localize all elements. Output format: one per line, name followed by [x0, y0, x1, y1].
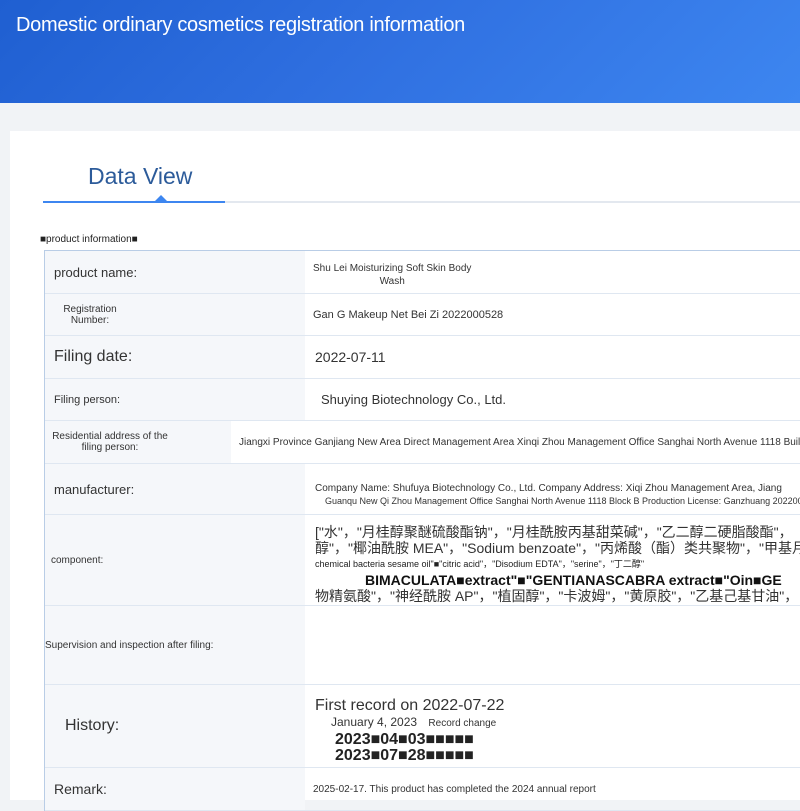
label-filing-person: Filing person: [45, 379, 305, 420]
value-filing-person: Shuying Biotechnology Co., Ltd. [321, 392, 507, 407]
component-line5: 物精氨酸"，"神经酰胺 AP"，"植固醇"，"卡波姆"，"黄原胶"，"乙基己基甘… [315, 588, 799, 604]
product-name-line2: Wash [379, 276, 405, 287]
value-manufacturer: Company Name: Shufuya Biotechnology Co.,… [305, 464, 800, 514]
history-change1: 2023■04■03■■■■■ [335, 731, 474, 748]
section-title: ■product information■ [40, 234, 138, 245]
value-supervision [305, 606, 800, 684]
value-history: First record on 2022-07-22 January 4, 20… [305, 685, 800, 767]
tab-active-underline [43, 201, 225, 203]
table-row-component: component: ["水"，"月桂醇聚醚硫酸酯钠"，"月桂酰胺丙基甜菜碱"，… [45, 515, 800, 606]
tab-caret-icon [155, 195, 167, 201]
history-change2: 2023■07■28■■■■■ [335, 747, 474, 764]
component-line2: 醇"，"椰油酰胺 MEA"，"Sodium benzoate"，"丙烯酸（酯）类… [315, 540, 800, 556]
table-row-manufacturer: manufacturer: Company Name: Shufuya Biot… [45, 464, 800, 515]
table-row-supervision: Supervision and inspection after filing: [45, 606, 800, 685]
label-registration-number: Registration Number: [45, 294, 135, 335]
value-product-name: Shu Lei Moisturizing Soft Skin Body Wash [305, 251, 800, 293]
address-label-line2: filing person: [81, 442, 139, 453]
value-residential-address: Jiangxi Province Ganjiang New Area Direc… [239, 436, 800, 448]
label-remark: Remark: [45, 768, 305, 810]
label-component: component: [45, 515, 305, 605]
product-info-table: product name: Shu Lei Moisturizing Soft … [44, 250, 800, 811]
table-row-registration-number: Registration Number: Gan G Makeup Net Be… [45, 294, 800, 336]
value-filing-date: 2022-07-11 [315, 349, 386, 365]
manufacturer-line1: Company Name: Shufuya Biotechnology Co.,… [315, 483, 782, 494]
history-first-record: First record on 2022-07-22 [315, 697, 505, 714]
value-registration-number: Gan G Makeup Net Bei Zi 2022000528 [313, 308, 504, 321]
label-manufacturer: manufacturer: [45, 464, 305, 514]
label-supervision: Supervision and inspection after filing: [45, 606, 305, 684]
label-filing-date: Filing date: [45, 336, 305, 378]
label-product-name: product name: [45, 251, 305, 293]
table-row-residential-address: Residential address of the filing person… [45, 421, 800, 464]
table-row-filing-date: Filing date: 2022-07-11 [45, 336, 800, 379]
table-row-filing-person: Filing person: Shuying Biotechnology Co.… [45, 379, 800, 421]
content-panel: Data View ■product information■ product … [10, 131, 800, 811]
label-spacer [175, 421, 231, 463]
component-line4: BIMACULATA■extract"■"GENTIANASCABRA extr… [365, 572, 782, 588]
address-label-line1: Residential address of the [52, 431, 168, 442]
label-history: History: [45, 685, 305, 767]
tab-label: Data View [88, 163, 193, 189]
value-remark: 2025-02-17. This product has completed t… [313, 783, 596, 795]
registration-label-line1: Registration [63, 303, 117, 315]
manufacturer-line2: Guanqu New Qi Zhou Management Office San… [325, 496, 800, 506]
table-row-remark: Remark: 2025-02-17. This product has com… [45, 768, 800, 811]
page-header: Domestic ordinary cosmetics registration… [0, 0, 800, 103]
registration-label-line2: Number: [70, 314, 110, 326]
product-name-line1: Shu Lei Moisturizing Soft Skin Body [313, 263, 472, 274]
history-date1: January 4, 2023 [331, 715, 418, 729]
tab-data-view[interactable]: Data View [43, 159, 225, 203]
table-row-product-name: product name: Shu Lei Moisturizing Soft … [45, 251, 800, 294]
label-spacer [135, 294, 305, 335]
page-title: Domestic ordinary cosmetics registration… [16, 14, 466, 36]
component-line3: chemical bacteria sesame oil"■"citric ac… [315, 559, 645, 569]
value-component: ["水"，"月桂醇聚醚硫酸酯钠"，"月桂酰胺丙基甜菜碱"，"乙二醇二硬脂酸酯"，… [305, 515, 800, 605]
label-residential-address: Residential address of the filing person… [45, 421, 175, 463]
history-date1-note: Record change [428, 718, 497, 729]
component-line1: ["水"，"月桂醇聚醚硫酸酯钠"，"月桂酰胺丙基甜菜碱"，"乙二醇二硬脂酸酯"， [315, 524, 793, 540]
table-row-history: History: First record on 2022-07-22 Janu… [45, 685, 800, 768]
